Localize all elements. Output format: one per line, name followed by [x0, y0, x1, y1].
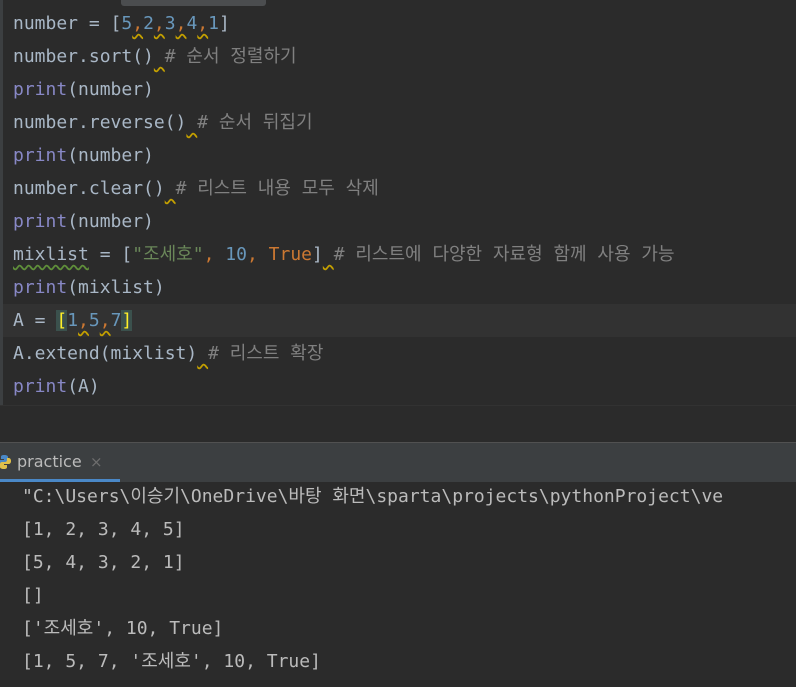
console-line: [1, 5, 7, '조세호', 10, True]	[22, 651, 321, 672]
console-line: ['조세호', 10, True]	[22, 618, 224, 639]
console-line: [5, 4, 3, 2, 1]	[22, 552, 185, 573]
code-line-10-current[interactable]: A = [1,5,7]	[3, 304, 796, 337]
code-line-7[interactable]: print(number)	[3, 205, 796, 238]
close-tab-icon[interactable]: ×	[90, 443, 103, 481]
code-line-2[interactable]: number.sort() # 순서 정렬하기	[3, 40, 796, 73]
code-line-3[interactable]: print(number)	[3, 73, 796, 106]
console-line: []	[22, 585, 44, 606]
code-line-1[interactable]: number = [5,2,3,4,1]	[3, 7, 796, 40]
run-tab-practice[interactable]: practice ×	[0, 443, 120, 482]
code-editor[interactable]: number = [5,2,3,4,1] number.sort() # 순서 …	[0, 0, 796, 405]
horizontal-scroll-thumb[interactable]	[121, 0, 266, 6]
code-line-5[interactable]: print(number)	[3, 139, 796, 172]
code-line-4[interactable]: number.reverse() # 순서 뒤집기	[3, 106, 796, 139]
run-tab-label: practice	[17, 452, 82, 471]
code-line-6[interactable]: number.clear() # 리스트 내용 모두 삭제	[3, 172, 796, 205]
console-line: [1, 2, 3, 4, 5]	[22, 519, 185, 540]
code-line-11[interactable]: A.extend(mixlist) # 리스트 확장	[3, 337, 796, 370]
python-icon	[0, 455, 11, 469]
panel-divider	[0, 405, 796, 443]
run-tool-window-header: practice ×	[0, 442, 796, 482]
run-console-output[interactable]: "C:\Users\이승기\OneDrive\바탕 화면\sparta\proj…	[0, 482, 796, 687]
console-line-command: "C:\Users\이승기\OneDrive\바탕 화면\sparta\proj…	[22, 486, 724, 507]
code-line-9[interactable]: print(mixlist)	[3, 271, 796, 304]
code-line-12[interactable]: print(A)	[3, 370, 796, 403]
code-line-8[interactable]: mixlist = ["조세호", 10, True] # 리스트에 다양한 자…	[3, 238, 796, 271]
